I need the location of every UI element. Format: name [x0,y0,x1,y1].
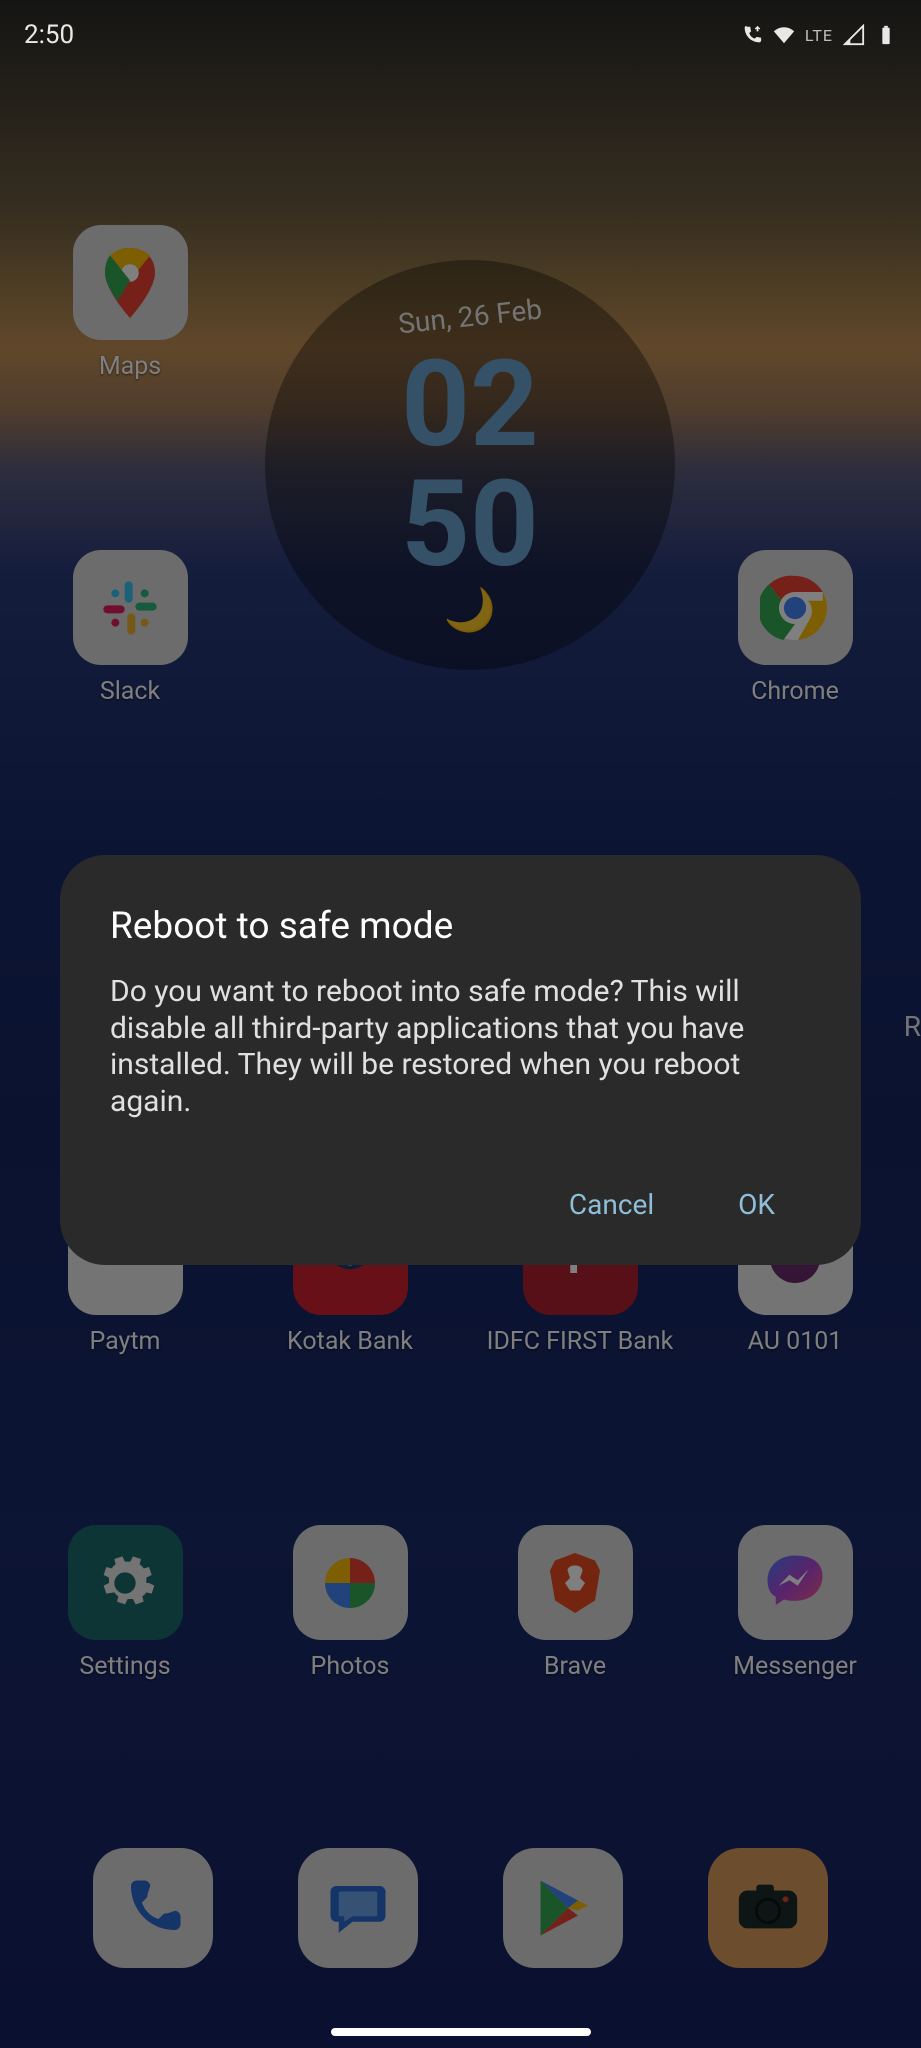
network-label: LTE [805,26,833,45]
gesture-nav-bar[interactable] [331,2028,591,2036]
clock-date: Sun, 26 Feb [397,293,544,341]
app-chrome[interactable]: Chrome [730,550,860,706]
messenger-icon [738,1525,853,1640]
moon-icon: 🌙 [444,586,496,635]
dock-play-store[interactable] [503,1848,623,1968]
app-brave[interactable]: Brave [510,1525,640,1681]
maps-icon [73,225,188,340]
slack-icon [73,550,188,665]
dialog-title: Reboot to safe mode [110,905,811,948]
cancel-button[interactable]: Cancel [557,1180,666,1229]
brave-icon [518,1525,633,1640]
clock-minutes: 50 [401,465,539,585]
app-photos[interactable]: Photos [285,1525,415,1681]
ok-button[interactable]: OK [726,1180,787,1229]
app-slack[interactable]: Slack [65,550,195,706]
app-label: Paytm [90,1327,161,1356]
dock-messages[interactable] [298,1848,418,1968]
app-label: Photos [311,1652,390,1681]
app-label: Maps [99,352,161,381]
app-label: Chrome [751,677,839,706]
app-label: Slack [100,677,160,706]
clock-hours: 02 [401,345,539,465]
battery-icon [875,24,897,46]
app-label: IDFC FIRST Bank [487,1327,674,1356]
dialog-actions: Cancel OK [110,1180,811,1229]
status-time: 2:50 [24,20,74,50]
wifi-calling-icon [741,24,763,46]
photos-icon [293,1525,408,1640]
settings-icon [68,1525,183,1640]
dialog-body: Do you want to reboot into safe mode? Th… [110,974,811,1120]
app-label: Brave [544,1652,606,1681]
chrome-icon [738,550,853,665]
offscreen-peek: R [904,1010,921,1043]
wifi-icon [773,24,795,46]
clock-widget[interactable]: Sun, 26 Feb 02 50 🌙 [265,260,675,670]
dock-phone[interactable] [93,1848,213,1968]
app-label: AU 0101 [748,1327,843,1356]
app-label: Messenger [733,1652,857,1681]
app-label: Kotak Bank [287,1327,413,1356]
app-messenger[interactable]: Messenger [720,1525,870,1681]
app-label: Settings [79,1652,170,1681]
status-bar: 2:50 LTE [0,0,921,70]
status-icons: LTE [741,24,897,46]
safe-mode-dialog: Reboot to safe mode Do you want to reboo… [60,855,861,1265]
dock-camera[interactable] [708,1848,828,1968]
signal-icon [843,24,865,46]
app-settings[interactable]: Settings [60,1525,190,1681]
app-maps[interactable]: Maps [65,225,195,381]
dock [0,1848,921,1968]
